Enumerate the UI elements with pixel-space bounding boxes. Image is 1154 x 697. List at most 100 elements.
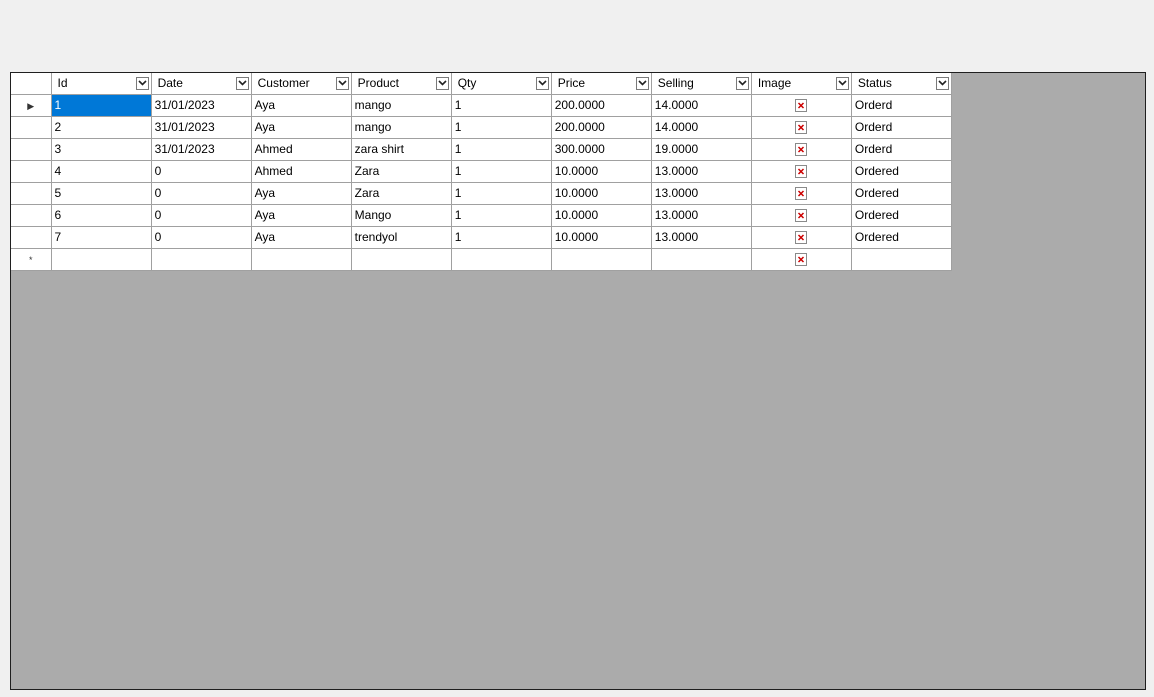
column-header-customer[interactable]: Customer <box>250 73 352 95</box>
cell-image[interactable] <box>750 181 852 205</box>
filter-dropdown-button[interactable] <box>235 76 249 90</box>
row-header-cell[interactable] <box>11 225 52 249</box>
cell-customer[interactable]: Aya <box>250 203 352 227</box>
cell-qty[interactable]: 1 <box>450 181 552 205</box>
cell-selling[interactable]: 13.0000 <box>650 225 752 249</box>
cell-selling[interactable]: 13.0000 <box>650 181 752 205</box>
cell-selling[interactable]: 13.0000 <box>650 203 752 227</box>
cell-product[interactable]: Zara <box>350 181 452 205</box>
cell-status[interactable]: Ordered <box>850 181 953 205</box>
cell-id[interactable]: 6 <box>50 203 152 227</box>
cell-date[interactable]: 0 <box>150 203 252 227</box>
cell-product[interactable]: zara shirt <box>350 137 452 161</box>
cell-image[interactable] <box>750 159 852 183</box>
cell-date[interactable] <box>150 247 252 271</box>
cell-qty[interactable]: 1 <box>450 159 552 183</box>
cell-price[interactable]: 10.0000 <box>550 225 652 249</box>
column-header-product[interactable]: Product <box>350 73 452 95</box>
row-header-cell[interactable] <box>11 203 52 227</box>
cell-selling[interactable]: 14.0000 <box>650 93 752 117</box>
cell-status[interactable] <box>850 247 953 271</box>
cell-price[interactable]: 300.0000 <box>550 137 652 161</box>
cell-status[interactable]: Orderd <box>850 137 953 161</box>
cell-id[interactable]: 3 <box>50 137 152 161</box>
cell-customer[interactable]: Aya <box>250 225 352 249</box>
filter-dropdown-button[interactable] <box>835 76 849 90</box>
cell-selling[interactable]: 13.0000 <box>650 159 752 183</box>
cell-price[interactable]: 10.0000 <box>550 203 652 227</box>
top-left-header-cell[interactable] <box>11 73 52 95</box>
cell-product[interactable]: mango <box>350 93 452 117</box>
cell-product[interactable]: Zara <box>350 159 452 183</box>
cell-customer[interactable] <box>250 247 352 271</box>
cell-customer[interactable]: Ahmed <box>250 137 352 161</box>
cell-id[interactable] <box>50 247 152 271</box>
cell-selling[interactable]: 14.0000 <box>650 115 752 139</box>
column-header-status[interactable]: Status <box>850 73 953 95</box>
cell-product[interactable] <box>350 247 452 271</box>
cell-customer[interactable]: Aya <box>250 93 352 117</box>
cell-product[interactable]: trendyol <box>350 225 452 249</box>
cell-date[interactable]: 31/01/2023 <box>150 93 252 117</box>
cell-product[interactable]: Mango <box>350 203 452 227</box>
cell-price[interactable]: 10.0000 <box>550 181 652 205</box>
cell-price[interactable]: 10.0000 <box>550 159 652 183</box>
cell-status[interactable]: Ordered <box>850 159 953 183</box>
cell-customer[interactable]: Aya <box>250 181 352 205</box>
column-header-image[interactable]: Image <box>750 73 852 95</box>
cell-qty[interactable] <box>450 247 552 271</box>
filter-dropdown-button[interactable] <box>335 76 349 90</box>
cell-customer[interactable]: Ahmed <box>250 159 352 183</box>
filter-dropdown-button[interactable] <box>936 76 949 90</box>
filter-dropdown-button[interactable] <box>735 76 749 90</box>
cell-image[interactable] <box>750 93 852 117</box>
row-header-cell[interactable]: * <box>11 247 52 271</box>
cell-date[interactable]: 0 <box>150 225 252 249</box>
row-header-cell[interactable] <box>11 181 52 205</box>
cell-qty[interactable]: 1 <box>450 137 552 161</box>
cell-date[interactable]: 0 <box>150 181 252 205</box>
cell-image[interactable] <box>750 203 852 227</box>
cell-image[interactable] <box>750 247 852 271</box>
column-header-qty[interactable]: Qty <box>450 73 552 95</box>
cell-qty[interactable]: 1 <box>450 225 552 249</box>
column-header-date[interactable]: Date <box>150 73 252 95</box>
filter-dropdown-button[interactable] <box>435 76 449 90</box>
cell-date[interactable]: 31/01/2023 <box>150 137 252 161</box>
cell-customer[interactable]: Aya <box>250 115 352 139</box>
row-header-cell[interactable] <box>11 137 52 161</box>
cell-product[interactable]: mango <box>350 115 452 139</box>
filter-dropdown-button[interactable] <box>635 76 649 90</box>
cell-image[interactable] <box>750 137 852 161</box>
cell-date[interactable]: 31/01/2023 <box>150 115 252 139</box>
cell-status[interactable]: Ordered <box>850 225 953 249</box>
cell-qty[interactable]: 1 <box>450 115 552 139</box>
cell-id[interactable]: 5 <box>50 181 152 205</box>
cell-status[interactable]: Ordered <box>850 203 953 227</box>
cell-status[interactable]: Orderd <box>850 115 953 139</box>
cell-id[interactable]: 2 <box>50 115 152 139</box>
column-header-id[interactable]: Id <box>50 73 152 95</box>
data-grid-view[interactable]: Id Date Customer Product Qty Price Selling Imag… <box>10 72 1146 690</box>
filter-dropdown-button[interactable] <box>535 76 549 90</box>
cell-id[interactable]: 7 <box>50 225 152 249</box>
cell-selling[interactable] <box>650 247 752 271</box>
row-header-cell[interactable] <box>11 159 52 183</box>
row-header-cell[interactable]: ▶ <box>11 93 52 117</box>
cell-price[interactable] <box>550 247 652 271</box>
cell-image[interactable] <box>750 225 852 249</box>
cell-id[interactable]: 4 <box>50 159 152 183</box>
column-header-price[interactable]: Price <box>550 73 652 95</box>
cell-date[interactable]: 0 <box>150 159 252 183</box>
row-header-cell[interactable] <box>11 115 52 139</box>
cell-qty[interactable]: 1 <box>450 203 552 227</box>
column-header-selling[interactable]: Selling <box>650 73 752 95</box>
cell-price[interactable]: 200.0000 <box>550 115 652 139</box>
cell-id[interactable]: 1 <box>50 93 152 117</box>
cell-qty[interactable]: 1 <box>450 93 552 117</box>
cell-status[interactable]: Orderd <box>850 93 953 117</box>
filter-dropdown-button[interactable] <box>135 76 149 90</box>
cell-selling[interactable]: 19.0000 <box>650 137 752 161</box>
cell-image[interactable] <box>750 115 852 139</box>
cell-price[interactable]: 200.0000 <box>550 93 652 117</box>
